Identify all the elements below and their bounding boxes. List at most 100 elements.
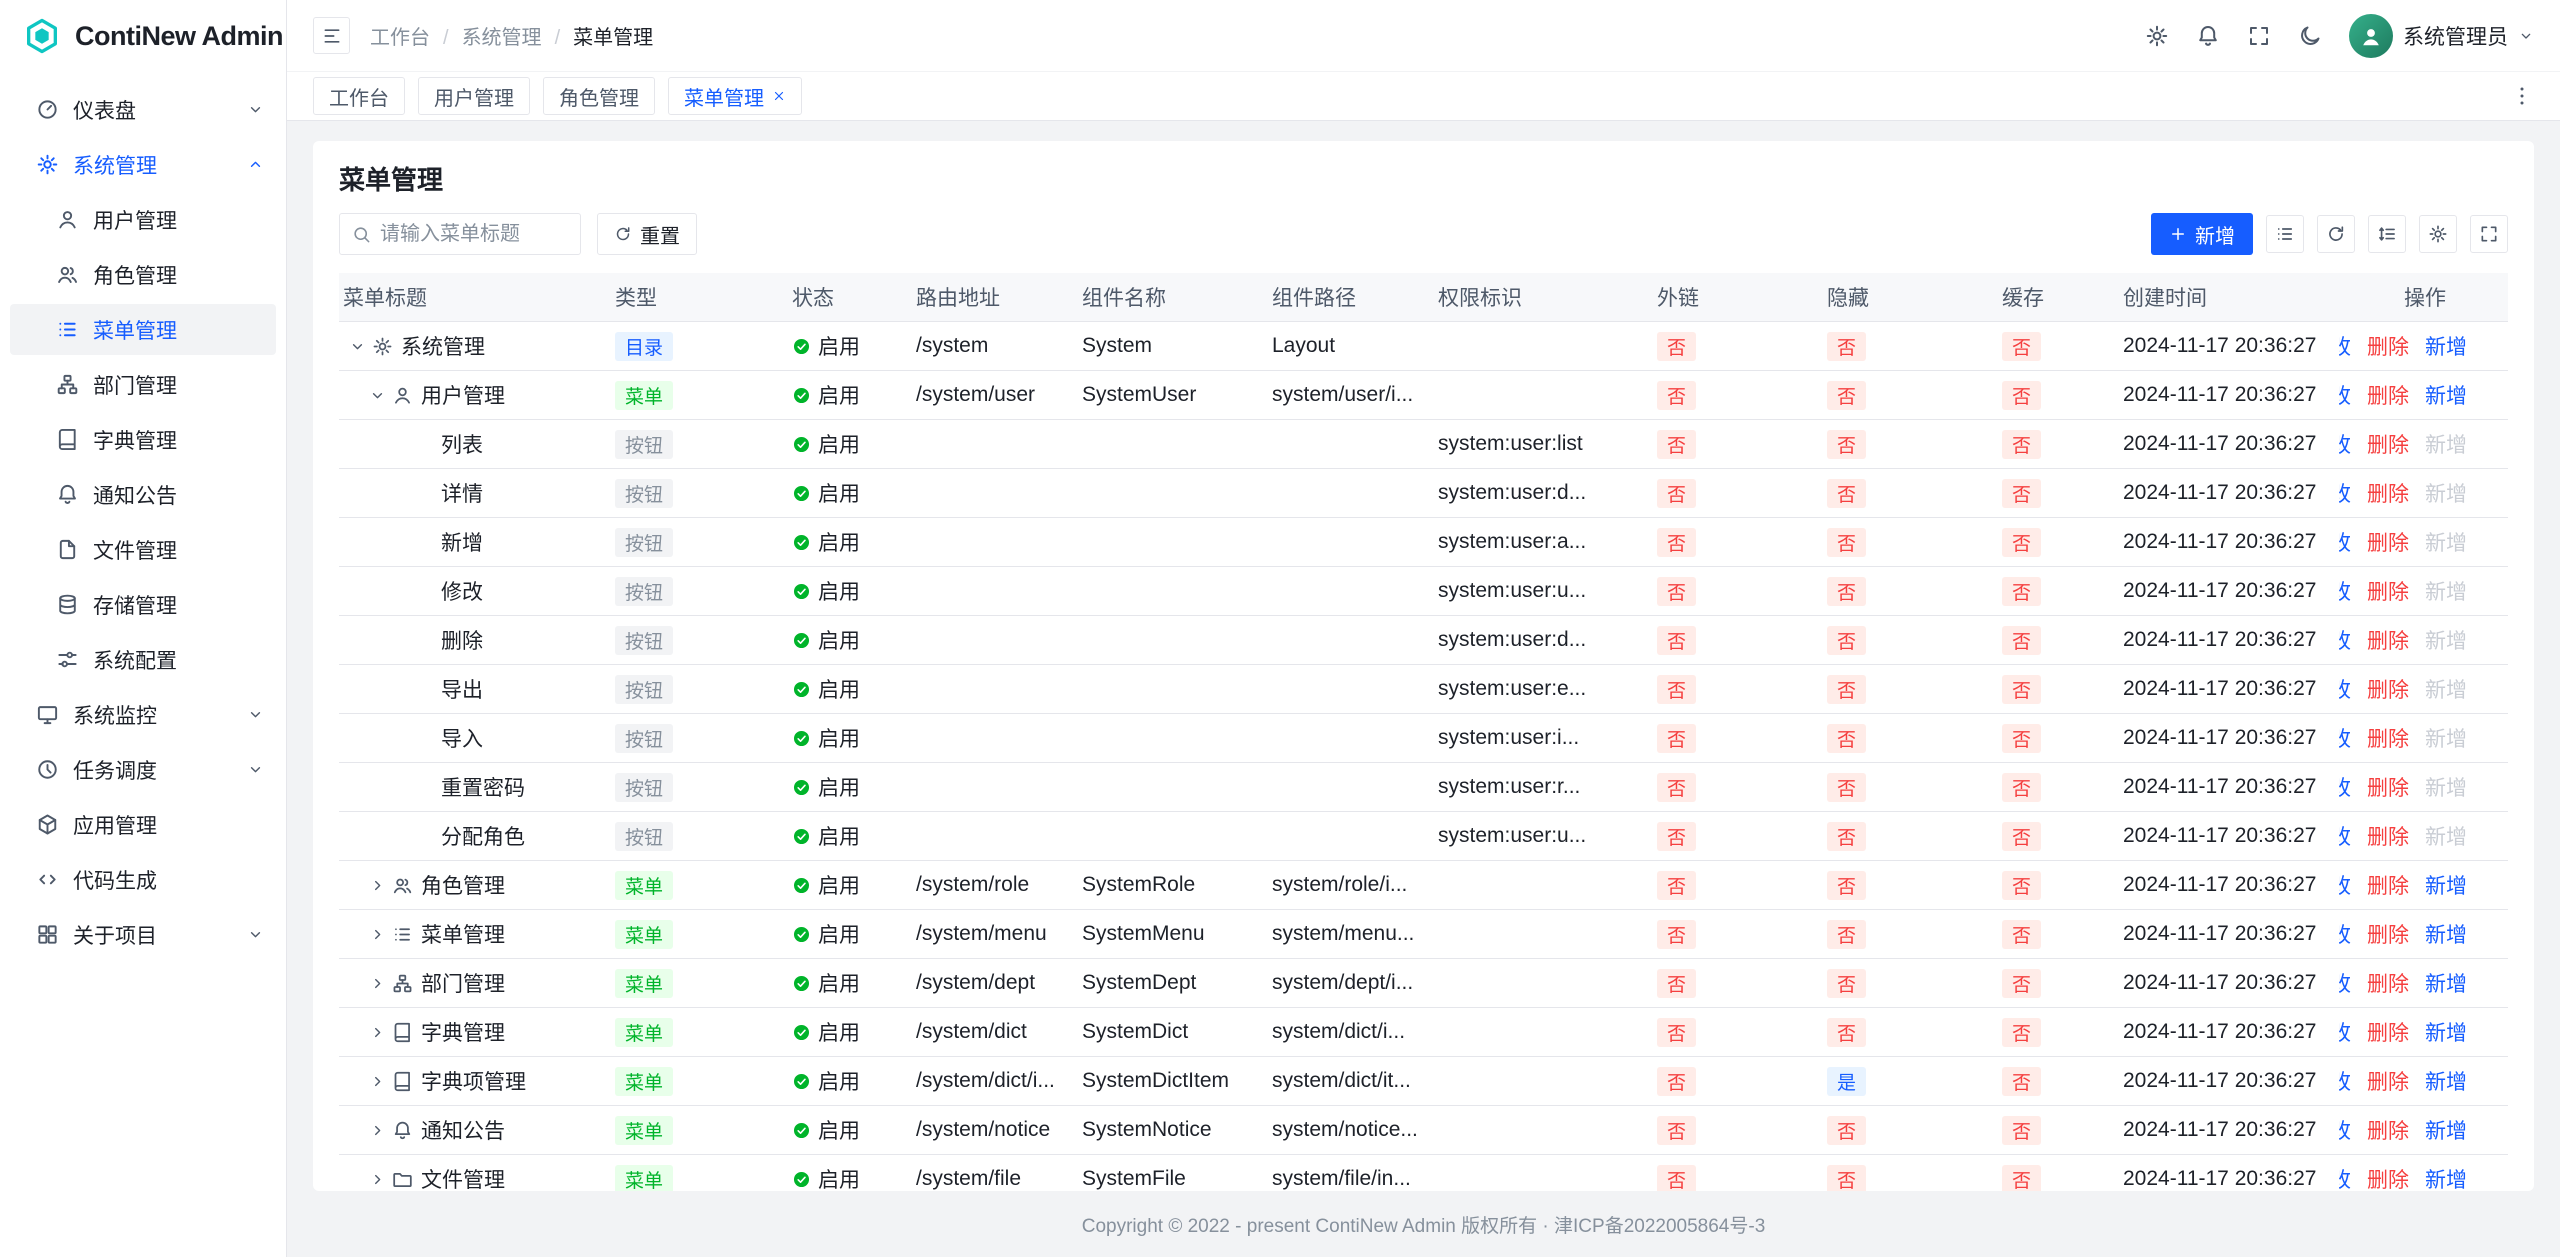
notification-bell-icon[interactable] (2196, 24, 2220, 48)
expander-icon[interactable] (369, 926, 386, 943)
add-action[interactable]: 新增 (2425, 331, 2467, 361)
add-action[interactable]: 新增 (2425, 429, 2467, 459)
delete-action[interactable]: 删除 (2367, 1066, 2409, 1096)
tab-more-icon[interactable] (2510, 84, 2534, 108)
modify-action[interactable]: 修改 (2339, 429, 2351, 459)
modify-action[interactable]: 修改 (2339, 821, 2351, 851)
modify-action[interactable]: 修改 (2339, 1164, 2351, 1191)
tab-menu-mgmt[interactable]: 菜单管理 (668, 77, 802, 115)
breadcrumb-item[interactable]: 菜单管理 (542, 21, 654, 50)
modify-action[interactable]: 修改 (2339, 1017, 2351, 1047)
delete-action[interactable]: 删除 (2367, 1164, 2409, 1191)
sidebar-item-system-monitor[interactable]: 系统监控 (10, 689, 276, 740)
sidebar-item-app-mgmt[interactable]: 应用管理 (10, 799, 276, 850)
add-action[interactable]: 新增 (2425, 723, 2467, 753)
add-action[interactable]: 新增 (2425, 1164, 2467, 1191)
add-action[interactable]: 新增 (2425, 1066, 2467, 1096)
delete-action[interactable]: 删除 (2367, 380, 2409, 410)
sidebar-item-file-mgmt[interactable]: 文件管理 (10, 524, 276, 575)
add-action[interactable]: 新增 (2425, 674, 2467, 704)
sidebar-item-system-config[interactable]: 系统配置 (10, 634, 276, 685)
modify-action[interactable]: 修改 (2339, 870, 2351, 900)
expander-icon[interactable] (369, 1073, 386, 1090)
delete-action[interactable]: 删除 (2367, 576, 2409, 606)
breadcrumb-item[interactable]: 工作台 (370, 21, 430, 50)
tab-role-mgmt[interactable]: 角色管理 (543, 77, 655, 115)
delete-action[interactable]: 删除 (2367, 674, 2409, 704)
tab-workbench[interactable]: 工作台 (313, 77, 405, 115)
add-action[interactable]: 新增 (2425, 870, 2467, 900)
sidebar-item-system-mgmt[interactable]: 系统管理 (10, 139, 276, 190)
delete-action[interactable]: 删除 (2367, 478, 2409, 508)
modify-action[interactable]: 修改 (2339, 478, 2351, 508)
add-action[interactable]: 新增 (2425, 1017, 2467, 1047)
expander-icon[interactable] (369, 1122, 386, 1139)
add-action[interactable]: 新增 (2425, 772, 2467, 802)
sidebar-item-dept-mgmt[interactable]: 部门管理 (10, 359, 276, 410)
expander-icon[interactable] (369, 1171, 386, 1188)
delete-action[interactable]: 删除 (2367, 1115, 2409, 1145)
expander-icon[interactable] (349, 338, 366, 355)
tab-user-mgmt[interactable]: 用户管理 (418, 77, 530, 115)
sidebar-item-dict-mgmt[interactable]: 字典管理 (10, 414, 276, 465)
tab-close-icon[interactable] (772, 89, 786, 103)
expander-icon[interactable] (369, 387, 386, 404)
modify-action[interactable]: 修改 (2339, 674, 2351, 704)
expander-icon[interactable] (369, 975, 386, 992)
delete-action[interactable]: 删除 (2367, 429, 2409, 459)
modify-action[interactable]: 修改 (2339, 723, 2351, 753)
sidebar-item-role-mgmt[interactable]: 角色管理 (10, 249, 276, 300)
sidebar-item-notice[interactable]: 通知公告 (10, 469, 276, 520)
modify-action[interactable]: 修改 (2339, 968, 2351, 998)
app-logo[interactable]: ContiNew Admin (0, 0, 286, 72)
delete-action[interactable]: 删除 (2367, 870, 2409, 900)
modify-action[interactable]: 修改 (2339, 576, 2351, 606)
dark-mode-moon-icon[interactable] (2298, 24, 2322, 48)
sidebar-item-user-mgmt[interactable]: 用户管理 (10, 194, 276, 245)
add-action[interactable]: 新增 (2425, 625, 2467, 655)
add-action[interactable]: 新增 (2425, 478, 2467, 508)
breadcrumb-item[interactable]: 系统管理 (430, 21, 542, 50)
sidebar-item-task-scheduler[interactable]: 任务调度 (10, 744, 276, 795)
sidebar-item-menu-mgmt[interactable]: 菜单管理 (10, 304, 276, 355)
refresh-table-button[interactable] (2317, 215, 2355, 253)
delete-action[interactable]: 删除 (2367, 919, 2409, 949)
add-action[interactable]: 新增 (2425, 968, 2467, 998)
modify-action[interactable]: 修改 (2339, 380, 2351, 410)
modify-action[interactable]: 修改 (2339, 527, 2351, 557)
modify-action[interactable]: 修改 (2339, 1115, 2351, 1145)
fullscreen-icon[interactable] (2247, 24, 2271, 48)
delete-action[interactable]: 删除 (2367, 968, 2409, 998)
delete-action[interactable]: 删除 (2367, 1017, 2409, 1047)
settings-icon[interactable] (2145, 24, 2169, 48)
expander-icon[interactable] (369, 877, 386, 894)
user-menu[interactable]: 系统管理员 (2349, 14, 2534, 58)
search-input[interactable] (380, 223, 568, 246)
add-action[interactable]: 新增 (2425, 527, 2467, 557)
add-action[interactable]: 新增 (2425, 576, 2467, 606)
add-action[interactable]: 新增 (2425, 919, 2467, 949)
fullscreen-table-button[interactable] (2470, 215, 2508, 253)
delete-action[interactable]: 删除 (2367, 625, 2409, 655)
add-button[interactable]: 新增 (2151, 213, 2253, 255)
column-settings-button[interactable] (2419, 215, 2457, 253)
add-action[interactable]: 新增 (2425, 380, 2467, 410)
sidebar-item-code-gen[interactable]: 代码生成 (10, 854, 276, 905)
modify-action[interactable]: 修改 (2339, 1066, 2351, 1096)
delete-action[interactable]: 删除 (2367, 772, 2409, 802)
modify-action[interactable]: 修改 (2339, 331, 2351, 361)
add-action[interactable]: 新增 (2425, 821, 2467, 851)
modify-action[interactable]: 修改 (2339, 919, 2351, 949)
delete-action[interactable]: 删除 (2367, 331, 2409, 361)
add-action[interactable]: 新增 (2425, 1115, 2467, 1145)
modify-action[interactable]: 修改 (2339, 625, 2351, 655)
list-view-button[interactable] (2266, 215, 2304, 253)
collapse-sidebar-button[interactable] (313, 17, 350, 54)
delete-action[interactable]: 删除 (2367, 723, 2409, 753)
delete-action[interactable]: 删除 (2367, 821, 2409, 851)
expander-icon[interactable] (369, 1024, 386, 1041)
modify-action[interactable]: 修改 (2339, 772, 2351, 802)
sidebar-item-storage-mgmt[interactable]: 存储管理 (10, 579, 276, 630)
delete-action[interactable]: 删除 (2367, 527, 2409, 557)
reset-button[interactable]: 重置 (597, 213, 697, 255)
